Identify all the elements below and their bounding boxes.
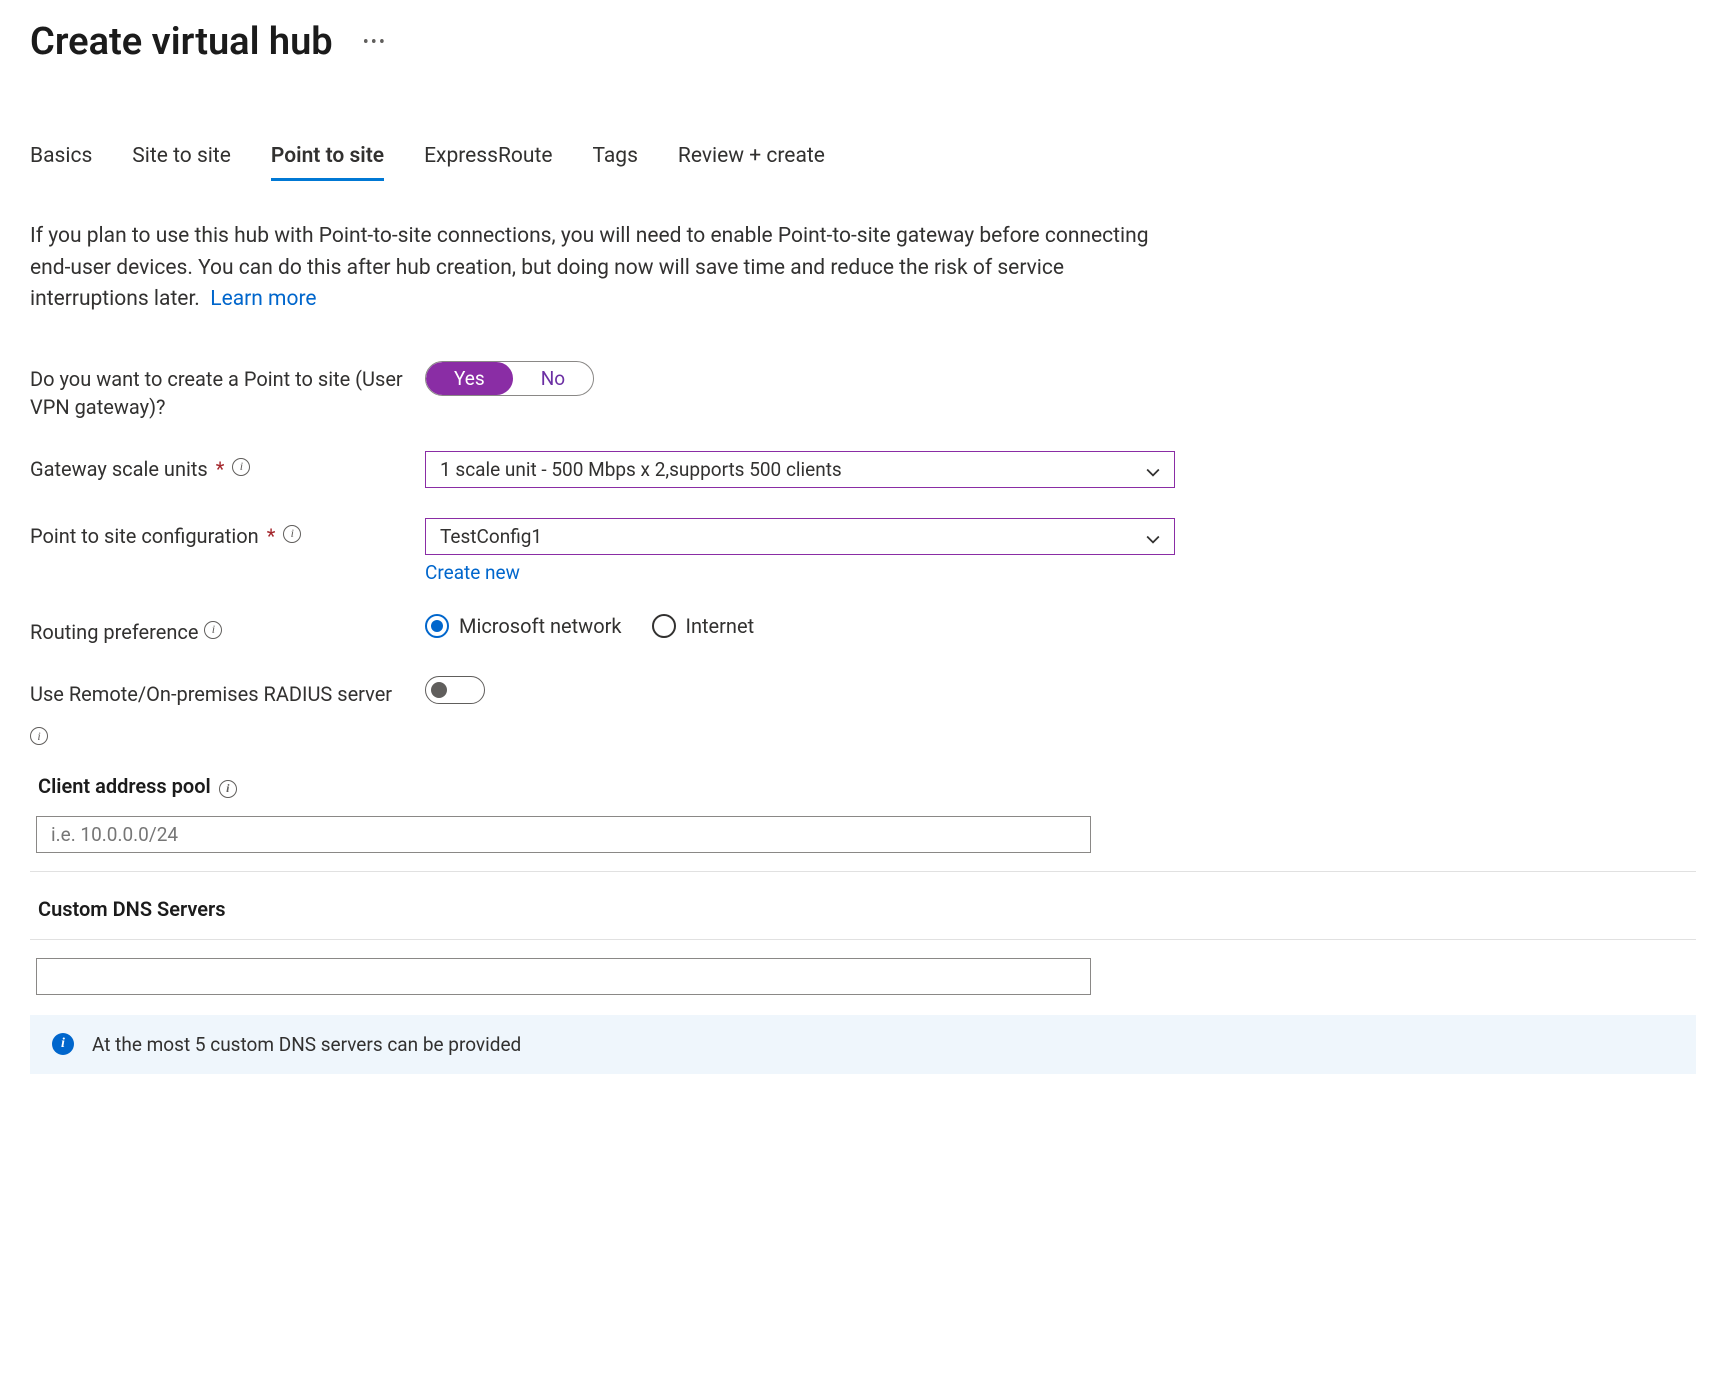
client-pool-input[interactable] bbox=[36, 816, 1091, 853]
tab-expressroute[interactable]: ExpressRoute bbox=[424, 144, 552, 181]
info-icon[interactable]: i bbox=[219, 780, 237, 798]
divider bbox=[30, 871, 1696, 872]
learn-more-link[interactable]: Learn more bbox=[210, 287, 316, 311]
scale-units-value: 1 scale unit - 500 Mbps x 2,supports 500… bbox=[440, 458, 842, 481]
info-icon[interactable]: i bbox=[232, 458, 250, 476]
radio-icon bbox=[425, 614, 449, 638]
p2s-config-label: Point to site configuration * i bbox=[30, 518, 425, 550]
tab-site-to-site[interactable]: Site to site bbox=[132, 144, 231, 181]
p2s-config-value: TestConfig1 bbox=[440, 525, 542, 548]
info-icon[interactable]: i bbox=[204, 621, 222, 639]
routing-pref-internet-label: Internet bbox=[686, 614, 755, 638]
routing-pref-radio-group: Microsoft network Internet bbox=[425, 614, 1175, 638]
dns-heading: Custom DNS Servers bbox=[30, 897, 1696, 921]
scale-units-label: Gateway scale units * i bbox=[30, 451, 425, 483]
switch-knob bbox=[431, 682, 447, 698]
description-text: If you plan to use this hub with Point-t… bbox=[30, 221, 1170, 316]
p2s-gateway-yes[interactable]: Yes bbox=[426, 362, 513, 395]
routing-pref-label: Routing preference i bbox=[30, 614, 425, 646]
info-banner: i At the most 5 custom DNS servers can b… bbox=[30, 1015, 1696, 1074]
client-pool-heading: Client address pool i bbox=[30, 774, 1696, 798]
radius-label: Use Remote/On-premises RADIUS server i bbox=[30, 676, 425, 744]
routing-pref-internet[interactable]: Internet bbox=[652, 614, 755, 638]
routing-pref-msnetwork[interactable]: Microsoft network bbox=[425, 614, 622, 638]
tab-basics[interactable]: Basics bbox=[30, 144, 92, 181]
p2s-gateway-label: Do you want to create a Point to site (U… bbox=[30, 361, 425, 421]
page-title: Create virtual hub bbox=[30, 20, 333, 64]
info-icon[interactable]: i bbox=[30, 727, 48, 745]
scale-units-dropdown[interactable]: 1 scale unit - 500 Mbps x 2,supports 500… bbox=[425, 451, 1175, 488]
info-icon[interactable]: i bbox=[283, 525, 301, 543]
chevron-down-icon bbox=[1146, 462, 1160, 476]
tab-bar: Basics Site to site Point to site Expres… bbox=[30, 144, 1696, 181]
required-indicator: * bbox=[216, 455, 225, 483]
tab-tags[interactable]: Tags bbox=[592, 144, 637, 181]
dns-input[interactable] bbox=[36, 958, 1091, 995]
radio-icon bbox=[652, 614, 676, 638]
more-options-icon[interactable]: ••• bbox=[363, 32, 387, 53]
divider bbox=[30, 939, 1696, 940]
create-new-link[interactable]: Create new bbox=[425, 561, 1175, 584]
chevron-down-icon bbox=[1146, 529, 1160, 543]
p2s-config-dropdown[interactable]: TestConfig1 bbox=[425, 518, 1175, 555]
tab-review-create[interactable]: Review + create bbox=[678, 144, 825, 181]
p2s-gateway-no[interactable]: No bbox=[513, 362, 593, 395]
info-banner-text: At the most 5 custom DNS servers can be … bbox=[92, 1033, 521, 1056]
radius-switch[interactable] bbox=[425, 676, 485, 704]
p2s-gateway-toggle[interactable]: Yes No bbox=[425, 361, 594, 396]
info-icon: i bbox=[52, 1033, 74, 1055]
routing-pref-msnetwork-label: Microsoft network bbox=[459, 614, 622, 638]
description-body: If you plan to use this hub with Point-t… bbox=[30, 224, 1149, 311]
tab-point-to-site[interactable]: Point to site bbox=[271, 144, 384, 181]
required-indicator: * bbox=[267, 522, 276, 550]
